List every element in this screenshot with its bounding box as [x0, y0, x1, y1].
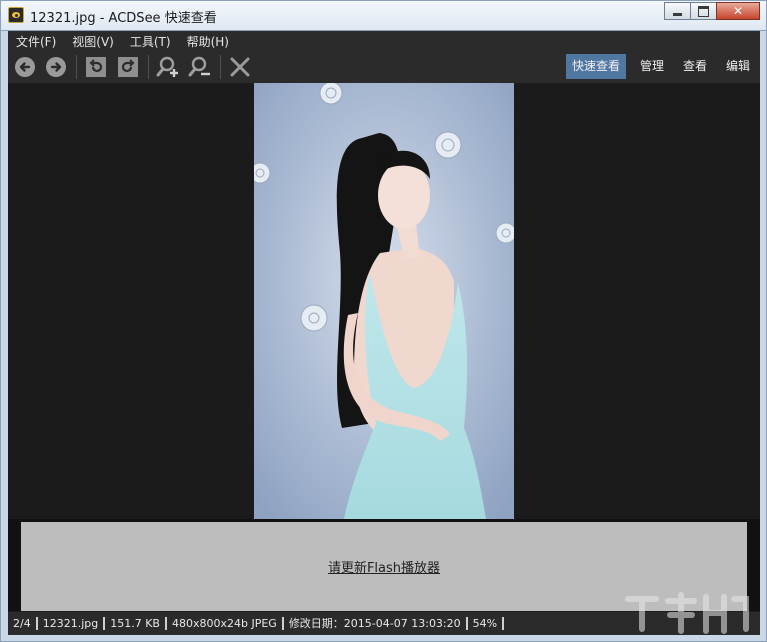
rotate-left-icon	[86, 57, 106, 77]
image-viewer[interactable]	[8, 83, 760, 519]
status-position: 2/4	[13, 617, 38, 630]
toolbar-separator	[148, 55, 149, 79]
zoom-out-button[interactable]	[188, 55, 212, 79]
rotate-right-icon	[118, 57, 138, 77]
close-icon	[230, 57, 250, 77]
menu-view[interactable]: 视图(V)	[72, 33, 114, 50]
rotate-right-button[interactable]	[116, 55, 140, 79]
forward-icon	[46, 57, 66, 77]
status-zoom[interactable]: 54%	[473, 617, 505, 630]
photo-illustration	[254, 83, 514, 519]
close-window-button[interactable]: ✕	[716, 2, 760, 20]
window-controls: ✕	[664, 2, 760, 20]
displayed-photo	[254, 83, 514, 519]
status-filesize: 151.7 KB	[110, 617, 167, 630]
zoom-in-button[interactable]	[156, 55, 180, 79]
window-frame: 文件(F) 视图(V) 工具(T) 帮助(H) 快速查看 管理 查看 编辑 请更…	[0, 30, 767, 642]
tab-edit[interactable]: 编辑	[720, 54, 756, 79]
minimize-button[interactable]	[664, 2, 691, 20]
status-dimensions: 480x800x24b JPEG	[172, 617, 284, 630]
status-modified-date: 修改日期：2015-04-07 13:03:20	[289, 617, 468, 630]
tab-view[interactable]: 查看	[677, 54, 713, 79]
acdsee-app-icon	[8, 7, 24, 23]
menu-tools[interactable]: 工具(T)	[130, 33, 171, 50]
menu-file[interactable]: 文件(F)	[16, 33, 56, 50]
back-button[interactable]	[13, 55, 37, 79]
watermark-logo	[625, 592, 749, 634]
menu-help[interactable]: 帮助(H)	[187, 33, 229, 50]
forward-button[interactable]	[44, 55, 68, 79]
app-client-area: 文件(F) 视图(V) 工具(T) 帮助(H) 快速查看 管理 查看 编辑 请更…	[8, 31, 760, 635]
menu-bar: 文件(F) 视图(V) 工具(T) 帮助(H)	[8, 31, 760, 51]
window-title: 12321.jpg - ACDSee 快速查看	[30, 11, 217, 26]
window-title-bar[interactable]: 12321.jpg - ACDSee 快速查看 ✕	[0, 0, 767, 30]
toolbar: 快速查看 管理 查看 编辑	[8, 51, 760, 83]
tab-quick-view[interactable]: 快速查看	[566, 54, 627, 79]
zoom-out-icon	[188, 56, 210, 77]
back-icon	[15, 57, 35, 77]
rotate-left-button[interactable]	[84, 55, 108, 79]
tab-manage[interactable]: 管理	[634, 54, 670, 79]
maximize-button[interactable]	[690, 2, 717, 20]
toolbar-separator	[220, 55, 221, 79]
close-image-button[interactable]	[228, 55, 252, 79]
status-filename: 12321.jpg	[43, 617, 106, 630]
update-flash-link[interactable]: 请更新Flash播放器	[328, 557, 440, 576]
zoom-in-icon	[156, 56, 178, 77]
toolbar-separator	[76, 55, 77, 79]
